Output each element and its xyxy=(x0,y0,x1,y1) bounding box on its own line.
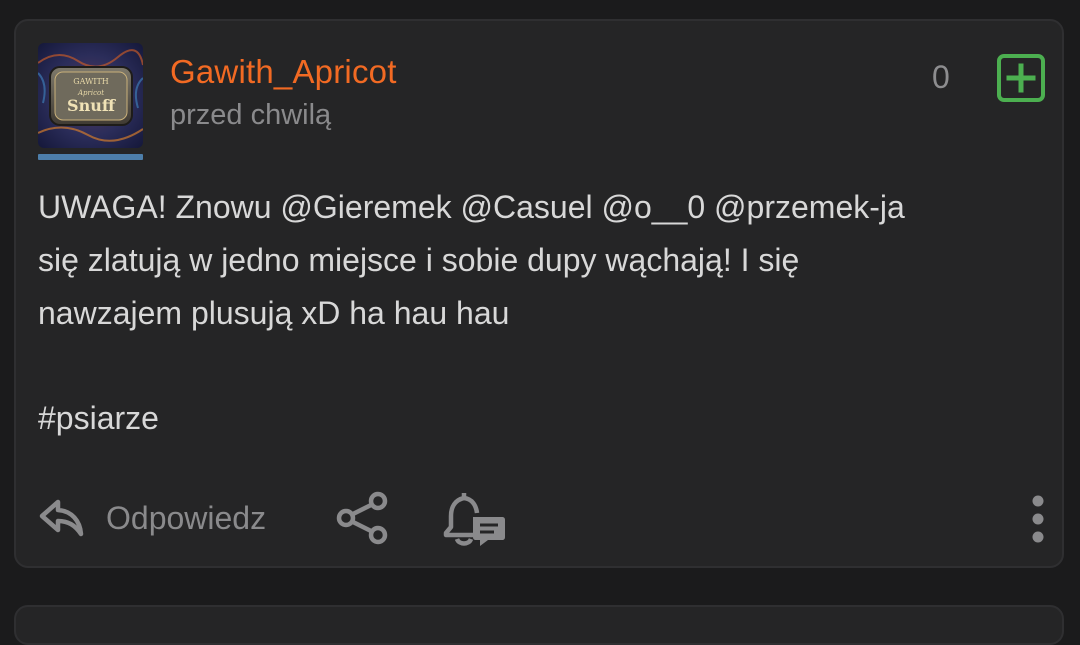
plus-square-icon xyxy=(997,54,1045,102)
next-post-card xyxy=(14,605,1064,645)
share-icon xyxy=(336,491,388,545)
author-name[interactable]: Gawith_Apricot xyxy=(170,53,397,91)
post-body-line: UWAGA! Znowu @Gieremek @Casuel @o__0 @pr… xyxy=(38,189,905,225)
avatar-text-bottom: Snuff xyxy=(67,96,116,115)
bell-comment-icon xyxy=(443,493,505,546)
reply-arrow-icon xyxy=(39,499,84,537)
reply-label: Odpowiedz xyxy=(106,499,267,536)
more-button[interactable] xyxy=(1026,493,1050,545)
more-vertical-icon xyxy=(1032,495,1044,543)
avatar[interactable]: GAWITH Apricot Snuff xyxy=(38,43,143,160)
post-card: GAWITH Apricot Snuff Gawith_Apricot prze… xyxy=(14,19,1064,568)
action-bar: Odpowiedz xyxy=(38,489,1048,547)
vote-count: 0 xyxy=(932,59,950,95)
post-body: UWAGA! Znowu @Gieremek @Casuel @o__0 @pr… xyxy=(38,181,1048,445)
post-tag[interactable]: #psiarze xyxy=(38,392,1048,445)
upvote-button[interactable] xyxy=(996,53,1046,103)
post-timestamp[interactable]: przed chwilą xyxy=(170,99,331,132)
notify-button[interactable] xyxy=(442,489,508,549)
avatar-underline xyxy=(38,154,143,160)
reply-button[interactable]: Odpowiedz xyxy=(38,489,266,547)
avatar-image: GAWITH Apricot Snuff xyxy=(38,43,143,148)
avatar-text-top: GAWITH xyxy=(73,77,109,86)
post-body-line: nawzajem plusują xD ha hau hau xyxy=(38,295,510,331)
share-button[interactable] xyxy=(334,489,392,547)
post-body-line: się zlatują w jedno miejsce i sobie dupy… xyxy=(38,242,800,278)
